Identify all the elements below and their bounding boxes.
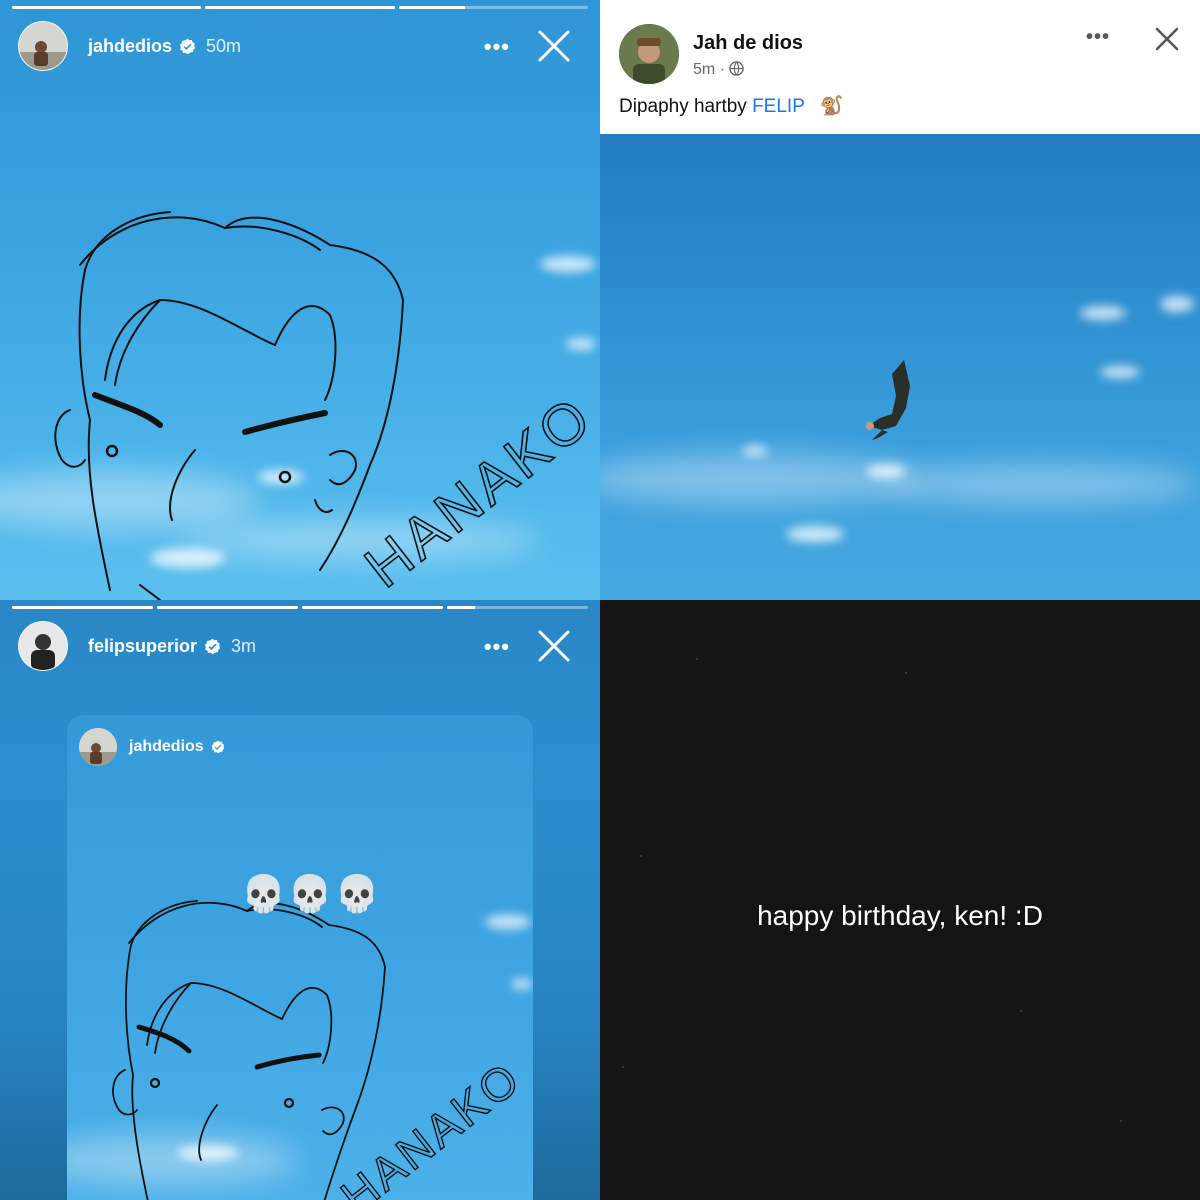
cloud (742, 446, 768, 456)
story-time: 50m (206, 35, 242, 56)
collage: HANAKO jahdedios 50m ••• Jah de dios 5m … (0, 0, 1200, 1200)
doodle-signature: HANAKO (331, 1051, 530, 1200)
reshared-username[interactable]: jahdedios (129, 738, 204, 756)
doodle-signature: HANAKO (353, 383, 600, 600)
post-header: Jah de dios 5m · ••• Dipaphy hartby FELI… (600, 0, 1200, 134)
story-progress (12, 6, 588, 10)
story-panel-jahdedios: HANAKO jahdedios 50m ••• (0, 0, 600, 600)
tag-link[interactable]: FELIP (752, 96, 804, 117)
cloud (1080, 306, 1126, 320)
avatar[interactable] (18, 21, 68, 71)
story-progress (12, 606, 588, 610)
story-header: jahdedios 50m ••• (18, 20, 582, 72)
falling-figure (866, 360, 910, 440)
facebook-post-panel: Jah de dios 5m · ••• Dipaphy hartby FELI… (600, 0, 1200, 600)
post-caption: Dipaphy hartby FELIP 🐒 (619, 94, 844, 118)
monkey-emoji: 🐒 (819, 96, 844, 117)
message-panel: happy birthday, ken! :D (600, 600, 1200, 1200)
caption-text: Dipaphy hartby (619, 96, 753, 117)
story-panel-felipsuperior: HANAKO 💀💀💀 jahdedios felipsuperior 3m ••… (0, 600, 600, 1200)
reshared-story-card[interactable]: HANAKO 💀💀💀 jahdedios (67, 715, 533, 1200)
skull-emojis: 💀💀💀 (241, 873, 382, 914)
story-username[interactable]: felipsuperior (88, 636, 197, 657)
cloud (600, 454, 920, 504)
close-icon[interactable] (1154, 26, 1180, 52)
story-username[interactable]: jahdedios (88, 36, 172, 57)
story-time: 3m (231, 635, 257, 656)
face-doodle-drawing: HANAKO (54, 211, 600, 600)
verified-badge-icon (179, 38, 196, 54)
verified-badge-icon (211, 740, 224, 754)
close-icon[interactable] (536, 28, 572, 64)
post-image[interactable] (600, 134, 1200, 600)
globe-icon (729, 61, 745, 76)
cloud (786, 526, 844, 542)
cloud (1100, 366, 1140, 378)
post-meta: 5m · (693, 61, 745, 79)
reshared-story-header: jahdedios (79, 727, 225, 767)
more-icon[interactable]: ••• (484, 34, 510, 60)
verified-badge-icon (204, 638, 221, 654)
avatar[interactable] (79, 728, 117, 766)
avatar[interactable] (619, 24, 679, 84)
more-icon[interactable]: ••• (1086, 26, 1110, 49)
story-header: felipsuperior 3m ••• (18, 620, 582, 672)
cloud (1160, 296, 1194, 312)
close-icon[interactable] (536, 628, 572, 664)
birthday-message: happy birthday, ken! :D (757, 900, 1043, 931)
more-icon[interactable]: ••• (484, 634, 510, 660)
face-doodle-drawing: HANAKO (112, 900, 531, 1200)
cloud (880, 464, 1200, 504)
avatar[interactable] (18, 621, 68, 671)
post-author[interactable]: Jah de dios (693, 32, 803, 55)
post-time: 5m (693, 61, 716, 78)
cloud (866, 464, 906, 478)
